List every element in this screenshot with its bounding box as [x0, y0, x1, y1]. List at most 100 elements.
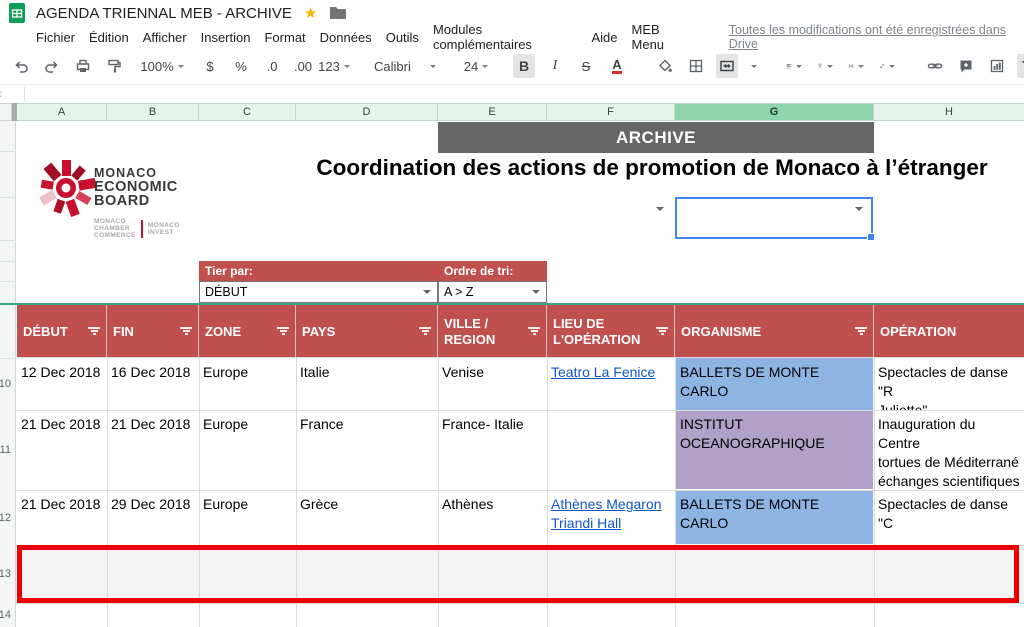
sheets-logo-icon[interactable]: [6, 2, 28, 24]
increase-decimals-button[interactable]: .00: [292, 54, 314, 78]
fill-color-button[interactable]: [654, 54, 676, 78]
text-wrap-button[interactable]: [845, 54, 867, 78]
filter-funnel-icon[interactable]: [419, 327, 431, 337]
filter-funnel-icon[interactable]: [528, 327, 540, 337]
number-format-button[interactable]: 123: [323, 54, 345, 78]
borders-button[interactable]: [685, 54, 707, 78]
format-percent-button[interactable]: %: [230, 54, 252, 78]
cell-e11[interactable]: France- Italie: [438, 410, 547, 490]
print-button[interactable]: [72, 54, 94, 78]
menu-fichier[interactable]: Fichier: [36, 30, 75, 45]
strikethrough-button[interactable]: S: [575, 54, 597, 78]
fill-handle[interactable]: [867, 233, 875, 241]
selected-cell[interactable]: [675, 197, 873, 239]
menu-insertion[interactable]: Insertion: [201, 30, 251, 45]
font-select[interactable]: Calibri: [371, 54, 439, 78]
cell-f10-link[interactable]: Teatro La Fenice: [547, 358, 675, 410]
cell-f11[interactable]: [547, 410, 675, 490]
bold-button[interactable]: B: [513, 54, 535, 78]
cell-c10[interactable]: Europe: [199, 358, 296, 410]
cell-h11[interactable]: Inauguration du Centre tortues de Médite…: [874, 410, 1024, 490]
cell-e10[interactable]: Venise: [438, 358, 547, 410]
zoom-select[interactable]: 100%: [151, 54, 173, 78]
font-size-select[interactable]: 24: [465, 54, 487, 78]
cell-g10[interactable]: BALLETS DE MONTE CARLO: [676, 358, 873, 410]
cell-h12[interactable]: Spectacles de danse "C: [874, 490, 1024, 545]
filter-funnel-icon[interactable]: [88, 327, 100, 337]
table-header-ville[interactable]: VILLE / REGION: [438, 305, 547, 358]
row-header-11[interactable]: 11: [0, 410, 12, 490]
paint-format-button[interactable]: [103, 54, 125, 78]
cell-b11[interactable]: 21 Dec 2018: [107, 410, 199, 490]
menu-format[interactable]: Format: [264, 30, 305, 45]
dropdown-arrow-icon[interactable]: [855, 207, 863, 215]
menu-aide[interactable]: Aide: [591, 30, 617, 45]
menu-donnees[interactable]: Données: [320, 30, 372, 45]
column-header-h[interactable]: H: [874, 103, 1024, 121]
table-header-debut[interactable]: DÉBUT: [17, 305, 107, 358]
text-rotation-button[interactable]: [876, 54, 898, 78]
column-header-f[interactable]: F: [547, 103, 675, 121]
column-header-d[interactable]: D: [296, 103, 438, 121]
save-status[interactable]: Toutes les modifications ont été enregis…: [729, 23, 1024, 51]
italic-button[interactable]: I: [544, 54, 566, 78]
cell-b12[interactable]: 29 Dec 2018: [107, 490, 199, 545]
merge-cells-button[interactable]: [716, 54, 738, 78]
filter-funnel-icon[interactable]: [180, 327, 192, 337]
cell-b10[interactable]: 16 Dec 2018: [107, 358, 199, 410]
star-icon[interactable]: ★: [304, 4, 317, 22]
text-color-button[interactable]: A: [606, 54, 628, 78]
filter-funnel-icon[interactable]: [656, 327, 668, 337]
sort-by-select[interactable]: DÉBUT: [199, 281, 438, 303]
filter-funnel-icon[interactable]: [855, 327, 867, 337]
insert-chart-button[interactable]: [986, 54, 1008, 78]
cell-a12[interactable]: 21 Dec 2018: [17, 490, 107, 545]
chevron-down-icon[interactable]: [751, 65, 757, 71]
cell-f12-link[interactable]: Athènes Megaron Triandi Hall: [547, 490, 675, 545]
folder-icon[interactable]: [329, 6, 347, 20]
column-header-g-selected[interactable]: G: [675, 103, 874, 121]
table-header-lieu[interactable]: LIEU DE L'OPÉRATION: [547, 305, 675, 358]
filter-funnel-icon[interactable]: [277, 327, 289, 337]
row-header-10[interactable]: 10: [0, 358, 12, 410]
filter-button[interactable]: [1017, 54, 1024, 78]
formula-bar[interactable]: fx: [0, 85, 1024, 103]
cell-e12[interactable]: Athènes: [438, 490, 547, 545]
row-header-14[interactable]: 14: [0, 603, 12, 627]
cell-d10[interactable]: Italie: [296, 358, 438, 410]
cell-d12[interactable]: Grèce: [296, 490, 438, 545]
vertical-align-button[interactable]: [814, 54, 836, 78]
column-header-b[interactable]: B: [107, 103, 199, 121]
column-header-e[interactable]: E: [438, 103, 547, 121]
cell-d11[interactable]: France: [296, 410, 438, 490]
insert-link-button[interactable]: [924, 54, 946, 78]
cell-g12[interactable]: BALLETS DE MONTE CARLO: [676, 490, 873, 544]
cell-g11[interactable]: INSTITUT OCEANOGRAPHIQUE: [676, 410, 873, 489]
cell-a10[interactable]: 12 Dec 2018: [17, 358, 107, 410]
cell-c12[interactable]: Europe: [199, 490, 296, 545]
table-header-operation[interactable]: OPÉRATION: [874, 305, 1024, 358]
redo-button[interactable]: [41, 54, 63, 78]
menu-edition[interactable]: Édition: [89, 30, 129, 45]
table-header-fin[interactable]: FIN: [107, 305, 199, 358]
row-header-13[interactable]: 13: [0, 545, 12, 603]
format-currency-button[interactable]: $: [199, 54, 221, 78]
sort-order-select[interactable]: A > Z: [438, 281, 547, 303]
horizontal-align-button[interactable]: [783, 54, 805, 78]
table-header-organisme[interactable]: ORGANISME: [675, 305, 874, 358]
column-header-c[interactable]: C: [199, 103, 296, 121]
dropdown-arrow-icon[interactable]: [656, 207, 664, 215]
cell-c11[interactable]: Europe: [199, 410, 296, 490]
select-all-corner[interactable]: [0, 103, 12, 121]
document-title[interactable]: AGENDA TRIENNAL MEB - ARCHIVE: [36, 5, 292, 22]
menu-afficher[interactable]: Afficher: [143, 30, 187, 45]
decrease-decimals-button[interactable]: .0: [261, 54, 283, 78]
cell-a11[interactable]: 21 Dec 2018: [17, 410, 107, 490]
table-header-zone[interactable]: ZONE: [199, 305, 296, 358]
cell-h10[interactable]: Spectacles de danse "R Juliette": [874, 358, 1024, 410]
row-header-12[interactable]: 12: [0, 490, 12, 545]
menu-outils[interactable]: Outils: [386, 30, 419, 45]
sheet-main-title[interactable]: Coordination des actions de promotion de…: [280, 155, 1024, 181]
archive-banner-cell[interactable]: ARCHIVE: [438, 122, 874, 153]
insert-comment-button[interactable]: [955, 54, 977, 78]
